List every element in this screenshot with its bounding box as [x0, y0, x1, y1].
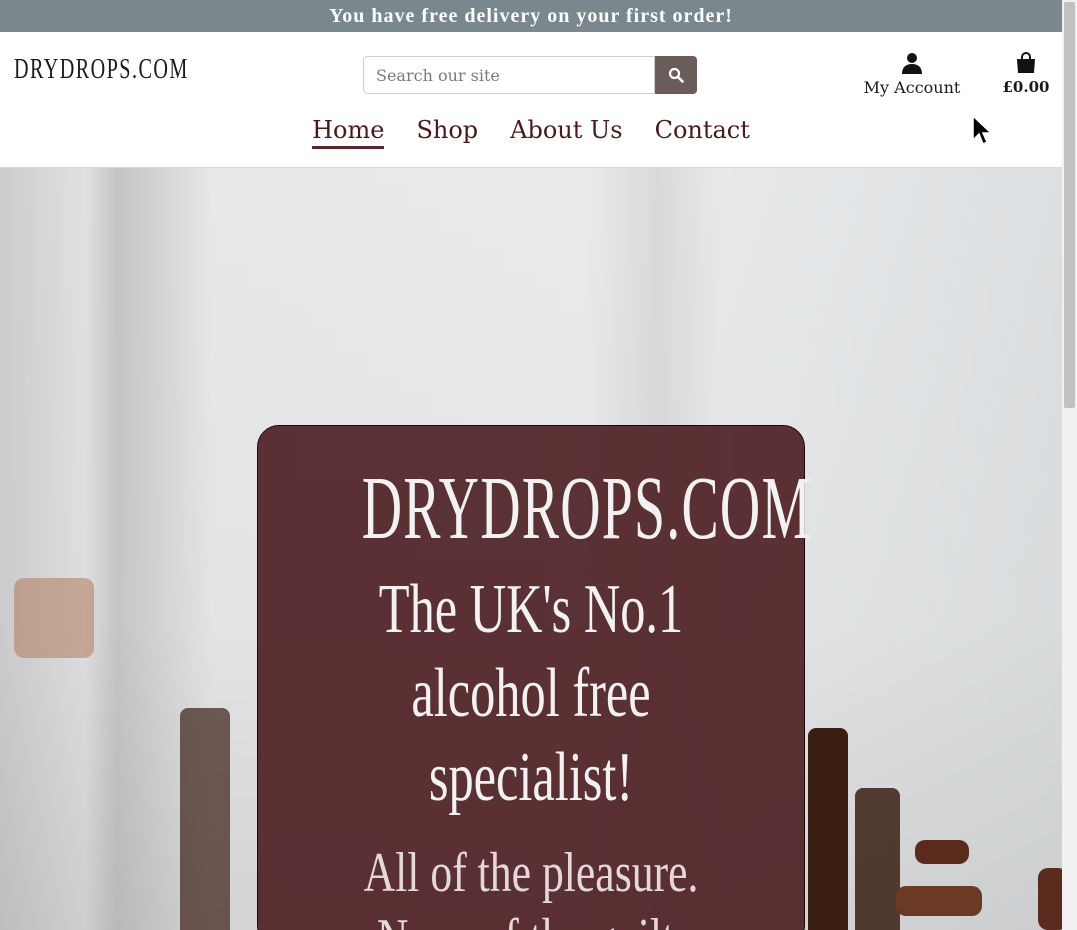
hero-section: DRYDROPS.COM The UK's No.1 alcohol free … [0, 168, 1062, 930]
user-icon [902, 53, 922, 74]
search-button[interactable] [655, 56, 697, 94]
bottle-image [808, 728, 848, 930]
search-input[interactable] [363, 56, 655, 94]
delivery-banner-text: You have free delivery on your first ord… [329, 4, 733, 27]
shopping-bag-link[interactable]: £0.00 [998, 50, 1054, 96]
nav-shop[interactable]: Shop [416, 116, 478, 149]
search-form [363, 56, 697, 94]
shopping-bag-icon [1017, 52, 1035, 73]
bottle-cap [896, 886, 982, 916]
nav-home[interactable]: Home [312, 116, 385, 149]
bottle-image [180, 708, 230, 930]
hero-subtitle: The UK's No.1 alcohol free specialist! [378, 571, 684, 816]
site-logo[interactable]: DRYDROPS.COM [14, 54, 189, 86]
page-scrollbar[interactable] [1062, 0, 1077, 930]
nav-about-us[interactable]: About Us [510, 116, 622, 149]
bag-total: £0.00 [1002, 78, 1050, 96]
bottle-image [855, 788, 900, 930]
site-header: DRYDROPS.COM My Account £0.00 Ho [0, 32, 1062, 168]
search-icon [668, 67, 684, 83]
bottle-cap [1038, 868, 1062, 930]
mouse-cursor-icon [972, 115, 992, 146]
my-account-link[interactable]: My Account [858, 50, 966, 97]
nav-contact[interactable]: Contact [655, 116, 750, 149]
blurred-object [14, 578, 94, 658]
hero-card: DRYDROPS.COM The UK's No.1 alcohol free … [257, 425, 813, 930]
bottle-cap [915, 840, 969, 864]
scrollbar-thumb[interactable] [1064, 2, 1075, 408]
delivery-banner: You have free delivery on your first ord… [0, 0, 1062, 32]
hero-title: DRYDROPS.COM [361, 459, 813, 558]
my-account-label: My Account [863, 78, 961, 97]
hero-tagline: All of the pleasure. None of the guilt. [363, 842, 699, 930]
main-nav: Home Shop About Us Contact [0, 116, 1062, 149]
